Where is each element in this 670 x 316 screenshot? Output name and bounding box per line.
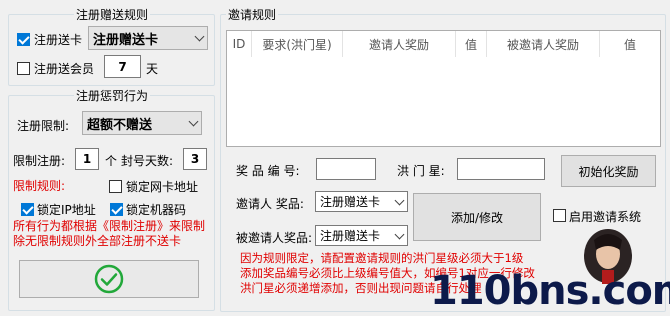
limit-select-value: 超额不赠送: [87, 117, 153, 133]
lock-mac-checkbox[interactable]: [109, 180, 122, 193]
add-modify-button[interactable]: 添加/修改: [413, 193, 541, 241]
ban-days-input[interactable]: 3: [183, 148, 207, 170]
invite-title: 邀请规则: [226, 6, 279, 23]
chevron-down-icon: [194, 31, 205, 42]
enable-invite-label: 启用邀请系统: [569, 210, 642, 224]
limit-reg-input[interactable]: 1: [75, 148, 99, 170]
limit-select[interactable]: 超额不赠送: [82, 111, 202, 135]
invitee-select[interactable]: 注册赠送卡: [315, 225, 408, 246]
vip-days-input[interactable]: 7: [104, 55, 141, 78]
chevron-down-icon: [394, 195, 405, 205]
invite-note-line: 因为规则限定，请配置邀请规则的洪门星级必须大于1级: [240, 251, 524, 265]
inviter-select[interactable]: 注册赠送卡: [315, 191, 408, 212]
inviter-select-value: 注册赠送卡: [320, 195, 381, 209]
vip-checkbox[interactable]: [17, 62, 30, 75]
column-header[interactable]: 值: [455, 31, 487, 57]
ban-days-label: 封号天数:: [121, 154, 174, 168]
confirm-button[interactable]: [19, 260, 199, 298]
lock-mac-label: 锁定网卡地址: [126, 180, 199, 194]
invitee-select-value: 注册赠送卡: [320, 229, 381, 243]
limit-label: 注册限制:: [17, 119, 70, 133]
gift-card-select-value: 注册赠送卡: [93, 32, 159, 48]
invite-table: ID 要求(洪门星) 邀请人奖励 值 被邀请人奖励 值: [226, 30, 661, 147]
enable-invite-checkbox[interactable]: [553, 209, 566, 222]
lock-machine-checkbox[interactable]: [110, 203, 123, 216]
inviter-label: 邀请人 奖品:: [236, 197, 304, 211]
rules-label: 限制规则:: [13, 179, 66, 193]
chevron-down-icon: [394, 229, 405, 239]
star-input[interactable]: [457, 158, 545, 180]
gift-card-checkbox[interactable]: [17, 33, 30, 46]
column-header[interactable]: 被邀请人奖励: [486, 31, 600, 57]
init-reward-button[interactable]: 初始化奖励: [561, 155, 656, 187]
lock-machine-label: 锁定机器码: [126, 203, 187, 217]
gift-card-select[interactable]: 注册赠送卡: [88, 26, 208, 50]
chevron-down-icon: [188, 116, 199, 127]
gift-card-label: 注册送卡: [34, 33, 83, 47]
column-header[interactable]: ID: [227, 31, 252, 57]
limit-reg-unit: 个: [105, 154, 118, 168]
lock-ip-checkbox[interactable]: [21, 203, 34, 216]
watermark: 110bns.com: [430, 268, 670, 314]
register-gift-title: 注册赠送规则: [74, 6, 151, 23]
vip-label: 注册送会员: [34, 62, 95, 76]
check-circle-icon: [94, 264, 124, 294]
column-header[interactable]: 邀请人奖励: [342, 31, 456, 57]
vip-days-unit: 天: [146, 62, 159, 76]
star-label: 洪 门 星:: [397, 164, 445, 178]
lock-ip-label: 锁定IP地址: [37, 203, 96, 217]
column-header[interactable]: 值: [600, 31, 661, 57]
table-header-row: ID 要求(洪门星) 邀请人奖励 值 被邀请人奖励 值: [227, 31, 660, 57]
reward-no-label: 奖 品 编 号:: [236, 164, 300, 178]
penalty-title: 注册惩罚行为: [74, 87, 151, 104]
limit-reg-label: 限制注册:: [13, 154, 66, 168]
column-header[interactable]: 要求(洪门星): [251, 31, 343, 57]
reward-no-input[interactable]: [316, 158, 376, 180]
invitee-label: 被邀请人奖品:: [236, 231, 313, 245]
penalty-note: 所有行为都根据《限制注册》来限制除无限制规则外全部注册不送卡: [13, 219, 206, 248]
